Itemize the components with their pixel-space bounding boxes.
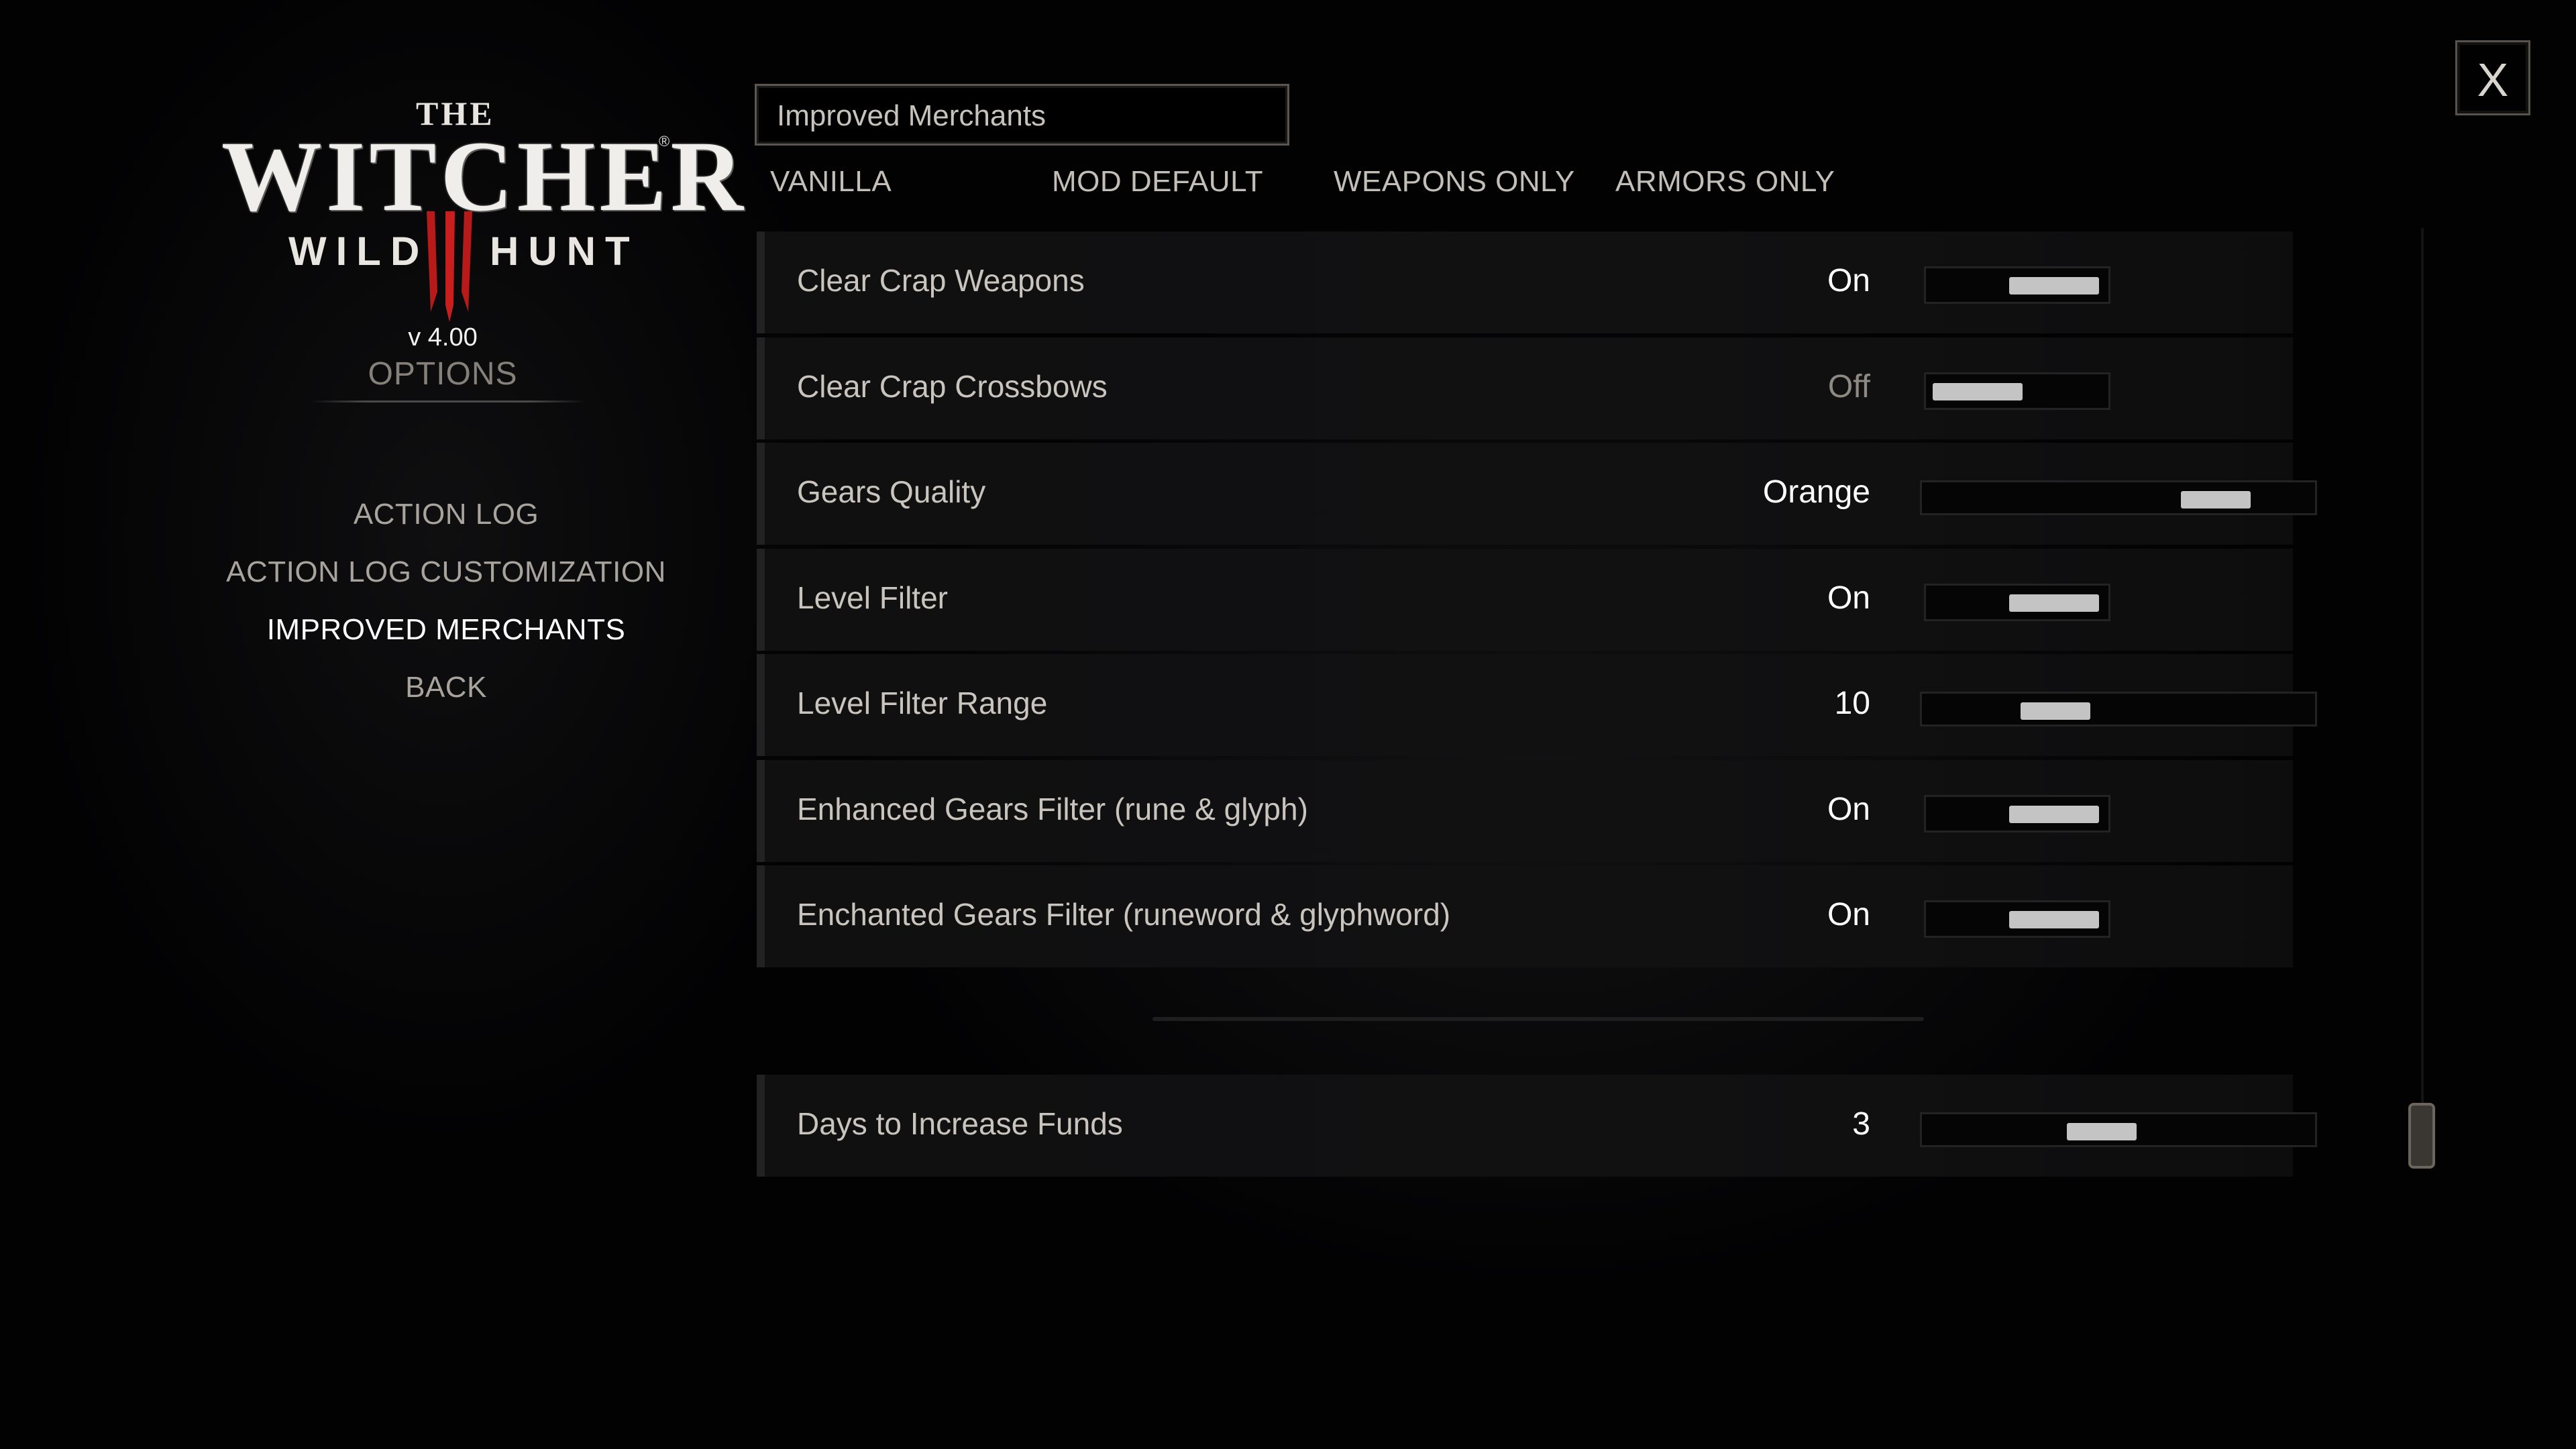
preset-weapons-only[interactable]: WEAPONS ONLY [1334, 165, 1575, 199]
options-title: OPTIONS [368, 356, 518, 392]
preset-armors-only[interactable]: ARMORS ONLY [1615, 165, 1835, 199]
option-label: Clear Crap Weapons [797, 263, 1085, 298]
slider-track[interactable] [1920, 480, 2317, 515]
slider-knob[interactable] [2180, 491, 2251, 508]
option-label: Days to Increase Funds [797, 1106, 1123, 1141]
option-row-level-filter-range[interactable]: Level Filter Range 10 [757, 654, 2317, 756]
option-row-days-to-increase-funds[interactable]: Days to Increase Funds 3 [757, 1075, 2317, 1177]
scrollbar-thumb[interactable] [2408, 1103, 2435, 1169]
option-label: Enhanced Gears Filter (rune & glyph) [797, 792, 1308, 826]
option-row-clear-crap-weapons[interactable]: Clear Crap Weapons On [757, 231, 2293, 333]
toggle-knob[interactable] [2009, 277, 2099, 294]
witcher-logo: THE WITCHER ® WILD HUNT [221, 94, 743, 322]
toggle-switch[interactable] [1924, 584, 2110, 621]
option-label: Clear Crap Crossbows [797, 369, 1108, 404]
toggle-switch[interactable] [1924, 372, 2110, 410]
slider-knob[interactable] [2021, 702, 2091, 720]
claw-mark-icon [427, 211, 472, 322]
option-row-clear-crap-crossbows[interactable]: Clear Crap Crossbows Off [757, 337, 2293, 439]
version-label: v 4.00 [408, 323, 478, 352]
slider-track[interactable] [1920, 692, 2317, 727]
mod-title-box: Improved Merchants [755, 84, 1289, 146]
toggle-switch[interactable] [1924, 795, 2110, 833]
preset-vanilla[interactable]: VANILLA [770, 165, 892, 199]
option-value: 10 [1834, 686, 1870, 721]
options-divider [311, 400, 586, 402]
slider-track[interactable] [1920, 1112, 2317, 1147]
group-separator [1152, 1017, 1924, 1021]
toggle-knob[interactable] [2009, 806, 2099, 823]
option-label: Level Filter [797, 580, 948, 615]
option-value: On [1827, 580, 1870, 616]
option-value: On [1827, 792, 1870, 827]
option-value: 3 [1852, 1106, 1870, 1142]
toggle-switch[interactable] [1924, 266, 2110, 304]
option-row-enchanted-gears-filter-runeword-glyphword[interactable]: Enchanted Gears Filter (runeword & glyph… [757, 865, 2293, 967]
logo-wild: WILD [288, 229, 429, 274]
slider-knob[interactable] [2067, 1123, 2137, 1140]
nav-item-action-log[interactable]: ACTION LOG [201, 498, 691, 531]
logo-registered-mark: ® [659, 133, 670, 150]
option-value: Off [1827, 369, 1870, 405]
option-row-gears-quality[interactable]: Gears Quality Orange [757, 443, 2317, 545]
toggle-knob[interactable] [2009, 594, 2099, 612]
toggle-knob[interactable] [2009, 911, 2099, 928]
option-value: On [1827, 897, 1870, 932]
nav-item-back[interactable]: BACK [201, 671, 691, 704]
option-label: Enchanted Gears Filter (runeword & glyph… [797, 897, 1451, 932]
nav-item-improved-merchants[interactable]: IMPROVED MERCHANTS [201, 613, 691, 647]
mod-title: Improved Merchants [777, 99, 1046, 132]
toggle-switch[interactable] [1924, 900, 2110, 938]
options-screen: THE WITCHER ® WILD HUNT v 4.00 OPTIONS A… [0, 0, 2576, 1449]
close-icon: X [2477, 54, 2509, 106]
option-value: On [1827, 263, 1870, 299]
option-label: Level Filter Range [797, 686, 1048, 720]
close-button[interactable]: X [2455, 40, 2530, 115]
scrollbar-track [2421, 228, 2424, 1167]
option-value: Orange [1762, 474, 1870, 510]
option-label: Gears Quality [797, 474, 986, 509]
toggle-knob[interactable] [1933, 383, 2023, 400]
preset-mod-default[interactable]: MOD DEFAULT [1052, 165, 1263, 199]
nav-item-action-log-customization[interactable]: ACTION LOG CUSTOMIZATION [201, 555, 691, 589]
option-row-level-filter[interactable]: Level Filter On [757, 549, 2293, 651]
option-row-enhanced-gears-filter-rune-glyph[interactable]: Enhanced Gears Filter (rune & glyph) On [757, 760, 2293, 862]
logo-hunt: HUNT [490, 229, 639, 274]
